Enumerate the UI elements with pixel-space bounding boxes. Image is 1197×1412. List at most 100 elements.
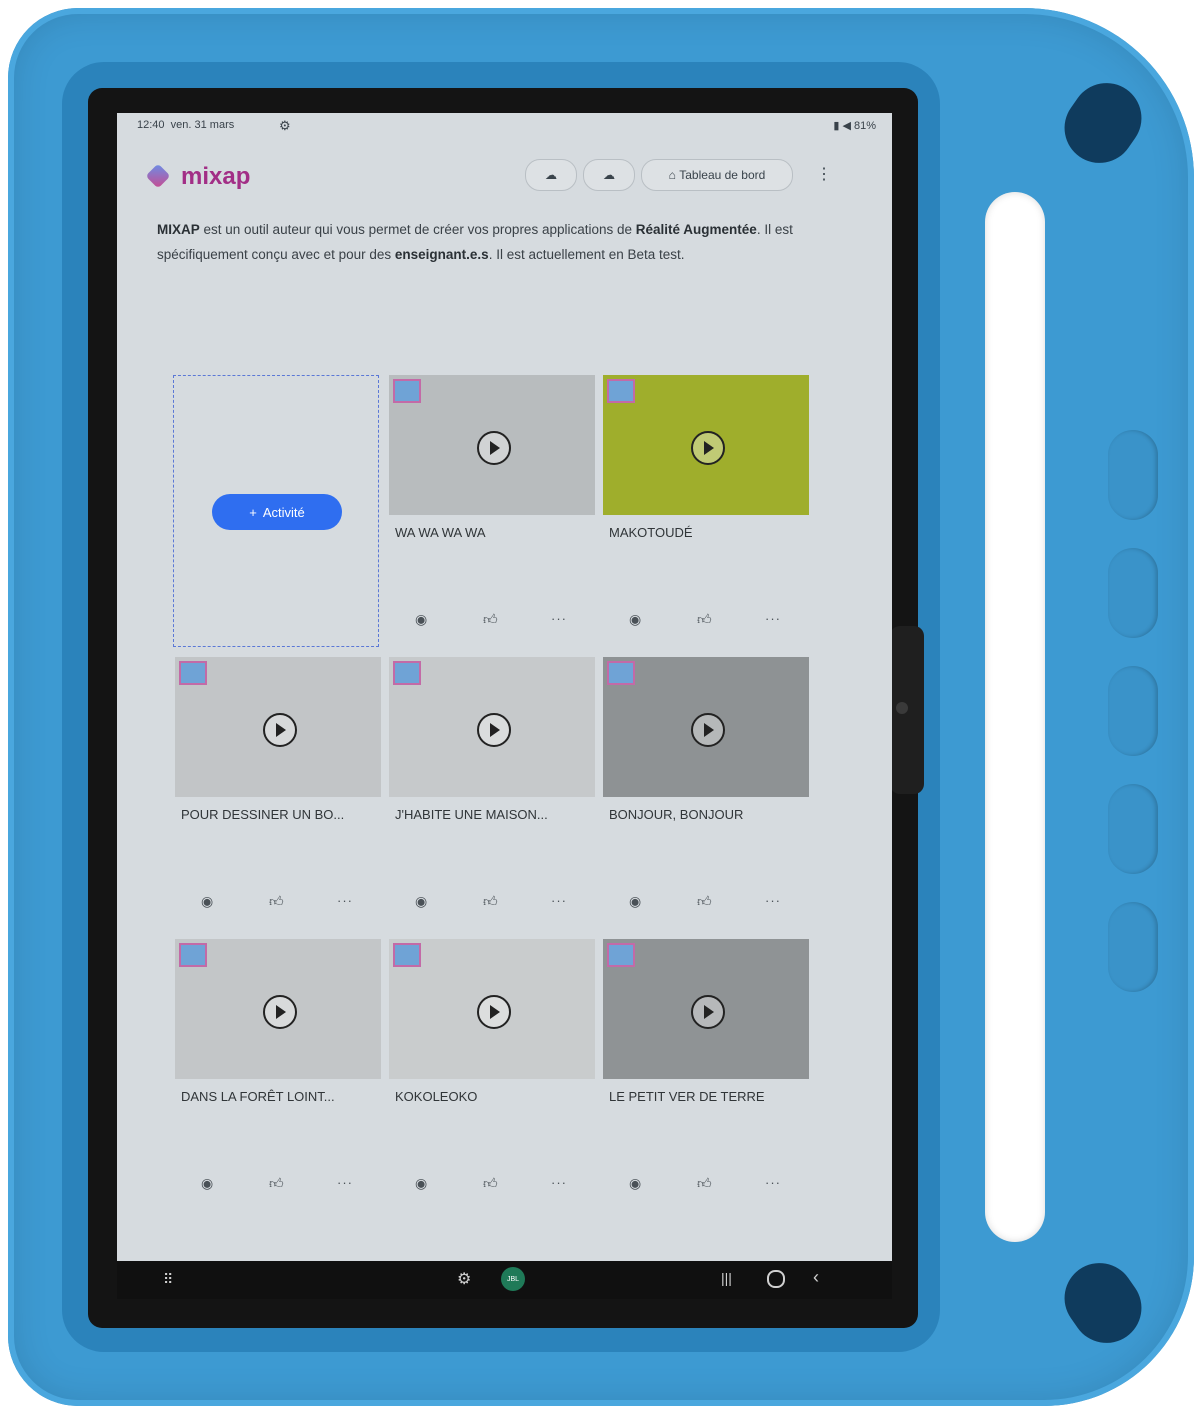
apps-grid-icon[interactable]: ⠿	[163, 1271, 173, 1288]
more-horiz-icon[interactable]: ···	[551, 611, 567, 626]
ar-marker-icon	[179, 661, 207, 685]
more-horiz-icon[interactable]: ···	[551, 1175, 567, 1190]
activity-thumbnail[interactable]	[603, 657, 809, 797]
more-horiz-icon[interactable]: ···	[765, 893, 781, 908]
case-grip	[1108, 784, 1158, 874]
play-icon[interactable]	[691, 431, 725, 465]
activity-actions: ◉ 👍︎ ···	[173, 1175, 381, 1199]
dashboard-button[interactable]: ⌂ Tableau de bord	[641, 159, 793, 191]
back-icon[interactable]: ‹	[813, 1267, 819, 1288]
activity-actions: ◉ 👍︎ ···	[387, 1175, 595, 1199]
eye-icon[interactable]: ◉	[629, 1175, 641, 1192]
activity-thumbnail[interactable]	[389, 657, 595, 797]
gear-icon: ⚙	[279, 118, 291, 133]
case-grip	[1108, 430, 1158, 520]
activity-actions: ◉ 👍︎ ···	[601, 1175, 809, 1199]
app-shortcut-icon[interactable]: JBL	[501, 1267, 525, 1291]
thumb-up-icon[interactable]: 👍︎	[483, 611, 498, 628]
home-icon: ⌂	[668, 168, 676, 182]
ar-marker-icon	[393, 661, 421, 685]
more-horiz-icon[interactable]: ···	[765, 611, 781, 626]
play-icon[interactable]	[263, 713, 297, 747]
gear-icon[interactable]: ⚙	[457, 1269, 471, 1289]
home-circle-icon[interactable]	[767, 1270, 785, 1288]
eye-icon[interactable]: ◉	[201, 1175, 213, 1192]
status-battery: ▮ ◀ 81%	[833, 120, 876, 132]
recent-apps-icon[interactable]: |||	[721, 1270, 732, 1286]
activity-card[interactable]: MAKOTOUDÉ ◉ 👍︎ ···	[601, 375, 809, 647]
thumb-up-icon[interactable]: 👍︎	[697, 611, 712, 628]
more-horiz-icon[interactable]: ···	[337, 1175, 353, 1190]
play-icon[interactable]	[691, 713, 725, 747]
play-icon[interactable]	[477, 431, 511, 465]
activity-thumbnail[interactable]	[603, 375, 809, 515]
activity-thumbnail[interactable]	[389, 939, 595, 1079]
case-grip	[1108, 548, 1158, 638]
activity-actions: ◉ 👍︎ ···	[601, 893, 809, 917]
tablet-screen: 12:40 ven. 31 mars ⚙ ▮ ◀ 81% mixap ☁ ☁ ⌂…	[117, 113, 892, 1261]
activity-thumbnail[interactable]	[175, 657, 381, 797]
thumb-up-icon[interactable]: 👍︎	[269, 893, 284, 910]
activity-actions: ◉ 👍︎ ···	[173, 893, 381, 917]
download-button[interactable]: ☁	[525, 159, 577, 191]
ar-marker-icon	[607, 661, 635, 685]
eye-icon[interactable]: ◉	[629, 611, 641, 628]
more-vert-icon[interactable]: ⋮	[807, 159, 841, 189]
ar-marker-icon	[393, 943, 421, 967]
activity-title: KOKOLEOKO	[395, 1089, 478, 1104]
mixap-logo-icon	[145, 163, 171, 189]
activity-title: DANS LA FORÊT LOINT...	[181, 1089, 335, 1104]
thumb-up-icon[interactable]: 👍︎	[269, 1175, 284, 1192]
activity-card[interactable]: WA WA WA WA ◉ 👍︎ ···	[387, 375, 595, 647]
add-activity-dropzone: + Activité	[173, 375, 379, 647]
activity-actions: ◉ 👍︎ ···	[387, 611, 595, 635]
activity-actions: ◉ 👍︎ ···	[387, 893, 595, 917]
intro-text: MIXAP est un outil auteur qui vous perme…	[157, 222, 793, 262]
eye-icon[interactable]: ◉	[415, 893, 427, 910]
thumb-up-icon[interactable]: 👍︎	[483, 1175, 498, 1192]
thumb-up-icon[interactable]: 👍︎	[697, 1175, 712, 1192]
add-activity-button[interactable]: + Activité	[212, 494, 342, 530]
play-icon[interactable]	[691, 995, 725, 1029]
eye-icon[interactable]: ◉	[415, 611, 427, 628]
activity-thumbnail[interactable]	[603, 939, 809, 1079]
cloud-download-icon: ☁	[603, 168, 615, 182]
download-button-2[interactable]: ☁	[583, 159, 635, 191]
play-icon[interactable]	[263, 995, 297, 1029]
more-horiz-icon[interactable]: ···	[337, 893, 353, 908]
activity-title: POUR DESSINER UN BO...	[181, 807, 345, 822]
status-time: 12:40 ven. 31 mars	[137, 119, 235, 131]
activity-card[interactable]: KOKOLEOKO ◉ 👍︎ ···	[387, 939, 595, 1211]
activity-thumbnail[interactable]	[175, 939, 381, 1079]
activity-card[interactable]: BONJOUR, BONJOUR ◉ 👍︎ ···	[601, 657, 809, 929]
eye-icon[interactable]: ◉	[629, 893, 641, 910]
activity-card[interactable]: J'HABITE UNE MAISON... ◉ 👍︎ ···	[387, 657, 595, 929]
activity-title: WA WA WA WA	[395, 525, 486, 540]
play-icon[interactable]	[477, 995, 511, 1029]
ar-marker-icon	[179, 943, 207, 967]
plus-icon: +	[249, 504, 257, 520]
more-horiz-icon[interactable]: ···	[765, 1175, 781, 1190]
thumb-up-icon[interactable]: 👍︎	[697, 893, 712, 910]
more-horiz-icon[interactable]: ···	[551, 893, 567, 908]
eye-icon[interactable]: ◉	[201, 893, 213, 910]
brand-name[interactable]: mixap	[181, 163, 250, 191]
activity-thumbnail[interactable]	[389, 375, 595, 515]
eye-icon[interactable]: ◉	[415, 1175, 427, 1192]
activity-actions: ◉ 👍︎ ···	[601, 611, 809, 635]
activity-title: MAKOTOUDÉ	[609, 525, 693, 540]
case-grip	[1108, 666, 1158, 756]
camera-lens	[896, 702, 908, 714]
ar-marker-icon	[393, 379, 421, 403]
activity-card[interactable]: DANS LA FORÊT LOINT... ◉ 👍︎ ···	[173, 939, 381, 1211]
status-bar: 12:40 ven. 31 mars ⚙ ▮ ◀ 81%	[137, 118, 876, 135]
add-activity-card: + Activité	[173, 375, 381, 647]
activity-title: LE PETIT VER DE TERRE	[609, 1089, 765, 1104]
case-grip	[1108, 902, 1158, 992]
play-icon[interactable]	[477, 713, 511, 747]
activity-card[interactable]: LE PETIT VER DE TERRE ◉ 👍︎ ···	[601, 939, 809, 1211]
app-header: mixap ☁ ☁ ⌂ Tableau de bord ⋮	[117, 143, 892, 203]
thumb-up-icon[interactable]: 👍︎	[483, 893, 498, 910]
ar-marker-icon	[607, 943, 635, 967]
activity-card[interactable]: POUR DESSINER UN BO... ◉ 👍︎ ···	[173, 657, 381, 929]
